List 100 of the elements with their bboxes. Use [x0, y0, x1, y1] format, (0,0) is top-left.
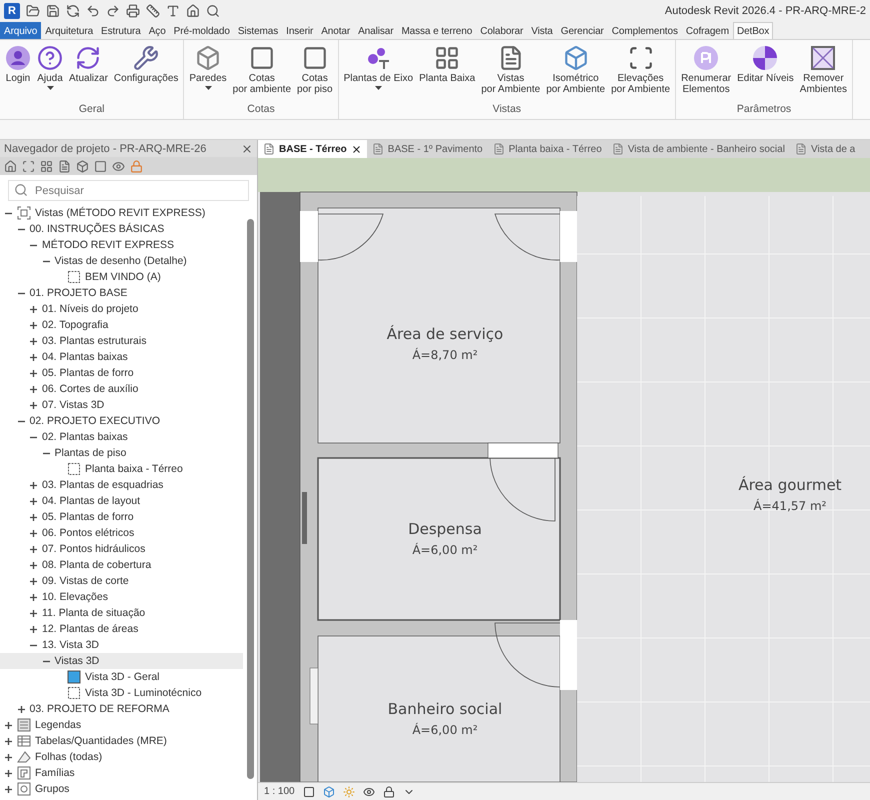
tree-item-label[interactable]: Vistas (MÉTODO REVIT EXPRESS)	[35, 207, 206, 219]
ribbon-button[interactable]: Configurações	[110, 43, 182, 103]
expand-icon[interactable]	[29, 496, 38, 506]
ribbon-button[interactable]: Paredes	[186, 43, 230, 103]
view-scale[interactable]: 1 : 100	[264, 786, 295, 797]
expand-icon[interactable]	[29, 528, 38, 538]
ribbon-tab[interactable]: Arquivo	[0, 22, 42, 39]
home-icon[interactable]	[4, 160, 17, 172]
ribbon-tab[interactable]: Cofragem	[682, 22, 733, 39]
tree-item-label[interactable]: Famílias	[35, 767, 75, 779]
ribbon-button[interactable]: Plantas de Eixo	[340, 43, 416, 103]
close-icon[interactable]	[350, 144, 362, 154]
ribbon-button[interactable]: Elevações por Ambiente	[608, 43, 674, 103]
lock-icon[interactable]	[382, 786, 395, 798]
tree-item-label[interactable]: Vistas de desenho (Detalhe)	[54, 255, 187, 267]
view-tab[interactable]: BASE - 1º Pavimento	[366, 140, 488, 158]
ribbon-tab[interactable]: Estrutura	[97, 22, 145, 39]
save-icon[interactable]	[46, 4, 60, 18]
undo-icon[interactable]	[86, 4, 100, 18]
expand-icon[interactable]	[4, 784, 13, 794]
tree-item-label[interactable]: 08. Planta de cobertura	[42, 559, 152, 571]
ribbon-tab[interactable]: Vista	[527, 22, 557, 39]
tree-item-label[interactable]: 11. Planta de situação	[42, 607, 146, 619]
tree-item-label[interactable]: 03. Plantas de esquadrias	[42, 479, 164, 491]
ribbon-tab[interactable]: Arquitetura	[41, 22, 98, 39]
tree-item-label[interactable]: 02. Topografia	[42, 319, 108, 331]
tree-item-label[interactable]: 05. Plantas de forro	[42, 367, 134, 379]
tree-item-label[interactable]: Legendas	[35, 719, 82, 731]
tree-item-label[interactable]: 10. Elevações	[42, 591, 108, 603]
ribbon-button[interactable]: Cotas por ambiente	[230, 43, 294, 103]
tree-item-label[interactable]: 09. Vistas de corte	[42, 575, 129, 587]
expand-icon[interactable]	[29, 304, 38, 314]
view-tab[interactable]: Vista de ambiente - Banheiro social	[606, 140, 790, 158]
expand-icon[interactable]	[29, 352, 38, 362]
expand-icon[interactable]	[16, 704, 26, 714]
ribbon-tab[interactable]: Complementos	[608, 22, 682, 39]
tree-item-label[interactable]: Plantas de piso	[54, 447, 126, 459]
ribbon-tab[interactable]: Aço	[144, 22, 170, 39]
expand-icon[interactable]	[29, 544, 38, 554]
ribbon-tab[interactable]: Gerenciar	[556, 22, 608, 39]
tree-item-label[interactable]: 13. Vista 3D	[42, 639, 100, 651]
visual-style-icon[interactable]	[322, 786, 335, 798]
print-icon[interactable]	[126, 4, 140, 18]
ribbon-button[interactable]: Login	[2, 43, 34, 103]
tree-item-label[interactable]: BEM VINDO (A)	[85, 271, 161, 283]
expand-icon[interactable]	[4, 736, 13, 746]
tree-item-label[interactable]: 04. Plantas de layout	[42, 495, 140, 507]
tree-item-label[interactable]: 02. PROJETO EXECUTIVO	[30, 415, 160, 427]
expand-icon[interactable]	[29, 368, 38, 378]
expand-icon[interactable]	[29, 624, 38, 634]
sync-icon[interactable]	[66, 4, 80, 18]
app-logo[interactable]: R	[4, 3, 20, 19]
expand-icon[interactable]	[29, 560, 38, 570]
ribbon-button[interactable]: Renumerar Elementos	[678, 43, 734, 103]
ribbon-button[interactable]: Cotas por piso	[294, 43, 336, 103]
tree-item-label[interactable]: 06. Pontos elétricos	[42, 527, 134, 539]
ribbon-button[interactable]: Vistas por Ambiente	[478, 43, 544, 103]
ribbon-tab[interactable]: Massa e terreno	[397, 22, 476, 39]
tree-item-label[interactable]: 04. Plantas baixas	[42, 351, 128, 363]
ribbon-button[interactable]: Atualizar	[66, 43, 111, 103]
tree-item-label[interactable]: 03. PROJETO DE REFORMA	[30, 703, 170, 715]
ribbon-button[interactable]: Remover Ambientes	[796, 43, 850, 103]
tree-item-label[interactable]: 00. INSTRUÇÕES BÁSICAS	[30, 223, 164, 235]
tree-item-label[interactable]: MÉTODO REVIT EXPRESS	[42, 239, 174, 251]
expand-icon[interactable]	[4, 752, 13, 762]
expand-icon[interactable]	[29, 512, 38, 522]
tree-item-label[interactable]: Tabelas/Quantidades (MRE)	[35, 735, 167, 747]
ribbon-tab[interactable]: Inserir	[282, 22, 318, 39]
ribbon-tab[interactable]: Analisar	[354, 22, 398, 39]
views-icon[interactable]	[22, 160, 35, 172]
tree-item-label[interactable]: 01. Níveis do projeto	[42, 303, 138, 315]
search-field[interactable]: Pesquisar	[8, 180, 249, 201]
tree-item-label[interactable]: 03. Plantas estruturais	[42, 335, 146, 347]
tree-item-label[interactable]: 07. Pontos hidráulicos	[42, 543, 146, 555]
detail-level-icon[interactable]	[302, 786, 315, 798]
tree-item-label[interactable]: Planta baixa - Térreo	[85, 463, 183, 475]
expand-icon[interactable]	[29, 320, 38, 330]
open-folder-icon[interactable]	[26, 4, 40, 18]
expand-icon[interactable]	[29, 384, 38, 394]
search-icon[interactable]	[206, 4, 220, 18]
redo-icon[interactable]	[106, 4, 120, 18]
ribbon-tab[interactable]: Colaborar	[476, 22, 528, 39]
ribbon-tab[interactable]: Pré-moldado	[170, 22, 234, 39]
expand-icon[interactable]	[4, 720, 13, 730]
ribbon-tab[interactable]: DetBox	[732, 22, 774, 39]
view-tab[interactable]: BASE - Térreo	[258, 140, 367, 158]
expand-icon[interactable]	[29, 400, 38, 410]
expand-icon[interactable]	[29, 480, 38, 490]
tree-item-label[interactable]: 05. Plantas de forro	[42, 511, 134, 523]
text-icon[interactable]	[166, 4, 180, 18]
tree-item-label[interactable]: 02. Plantas baixas	[42, 431, 128, 443]
tree-item-label[interactable]: Vista 3D - Geral	[85, 671, 160, 683]
tree-item-label[interactable]: 07. Vistas 3D	[42, 399, 104, 411]
tree-item-label[interactable]: Vistas 3D	[54, 655, 100, 667]
ribbon-button[interactable]: Planta Baixa	[416, 43, 478, 103]
tree-item-label[interactable]: 06. Cortes de auxílio	[42, 383, 138, 395]
ribbon-button[interactable]: Ajuda	[34, 43, 66, 103]
ribbon-button[interactable]: Isométrico por Ambiente	[543, 43, 608, 103]
expand-icon[interactable]	[29, 608, 38, 618]
scrollbar-thumb[interactable]	[246, 219, 254, 779]
